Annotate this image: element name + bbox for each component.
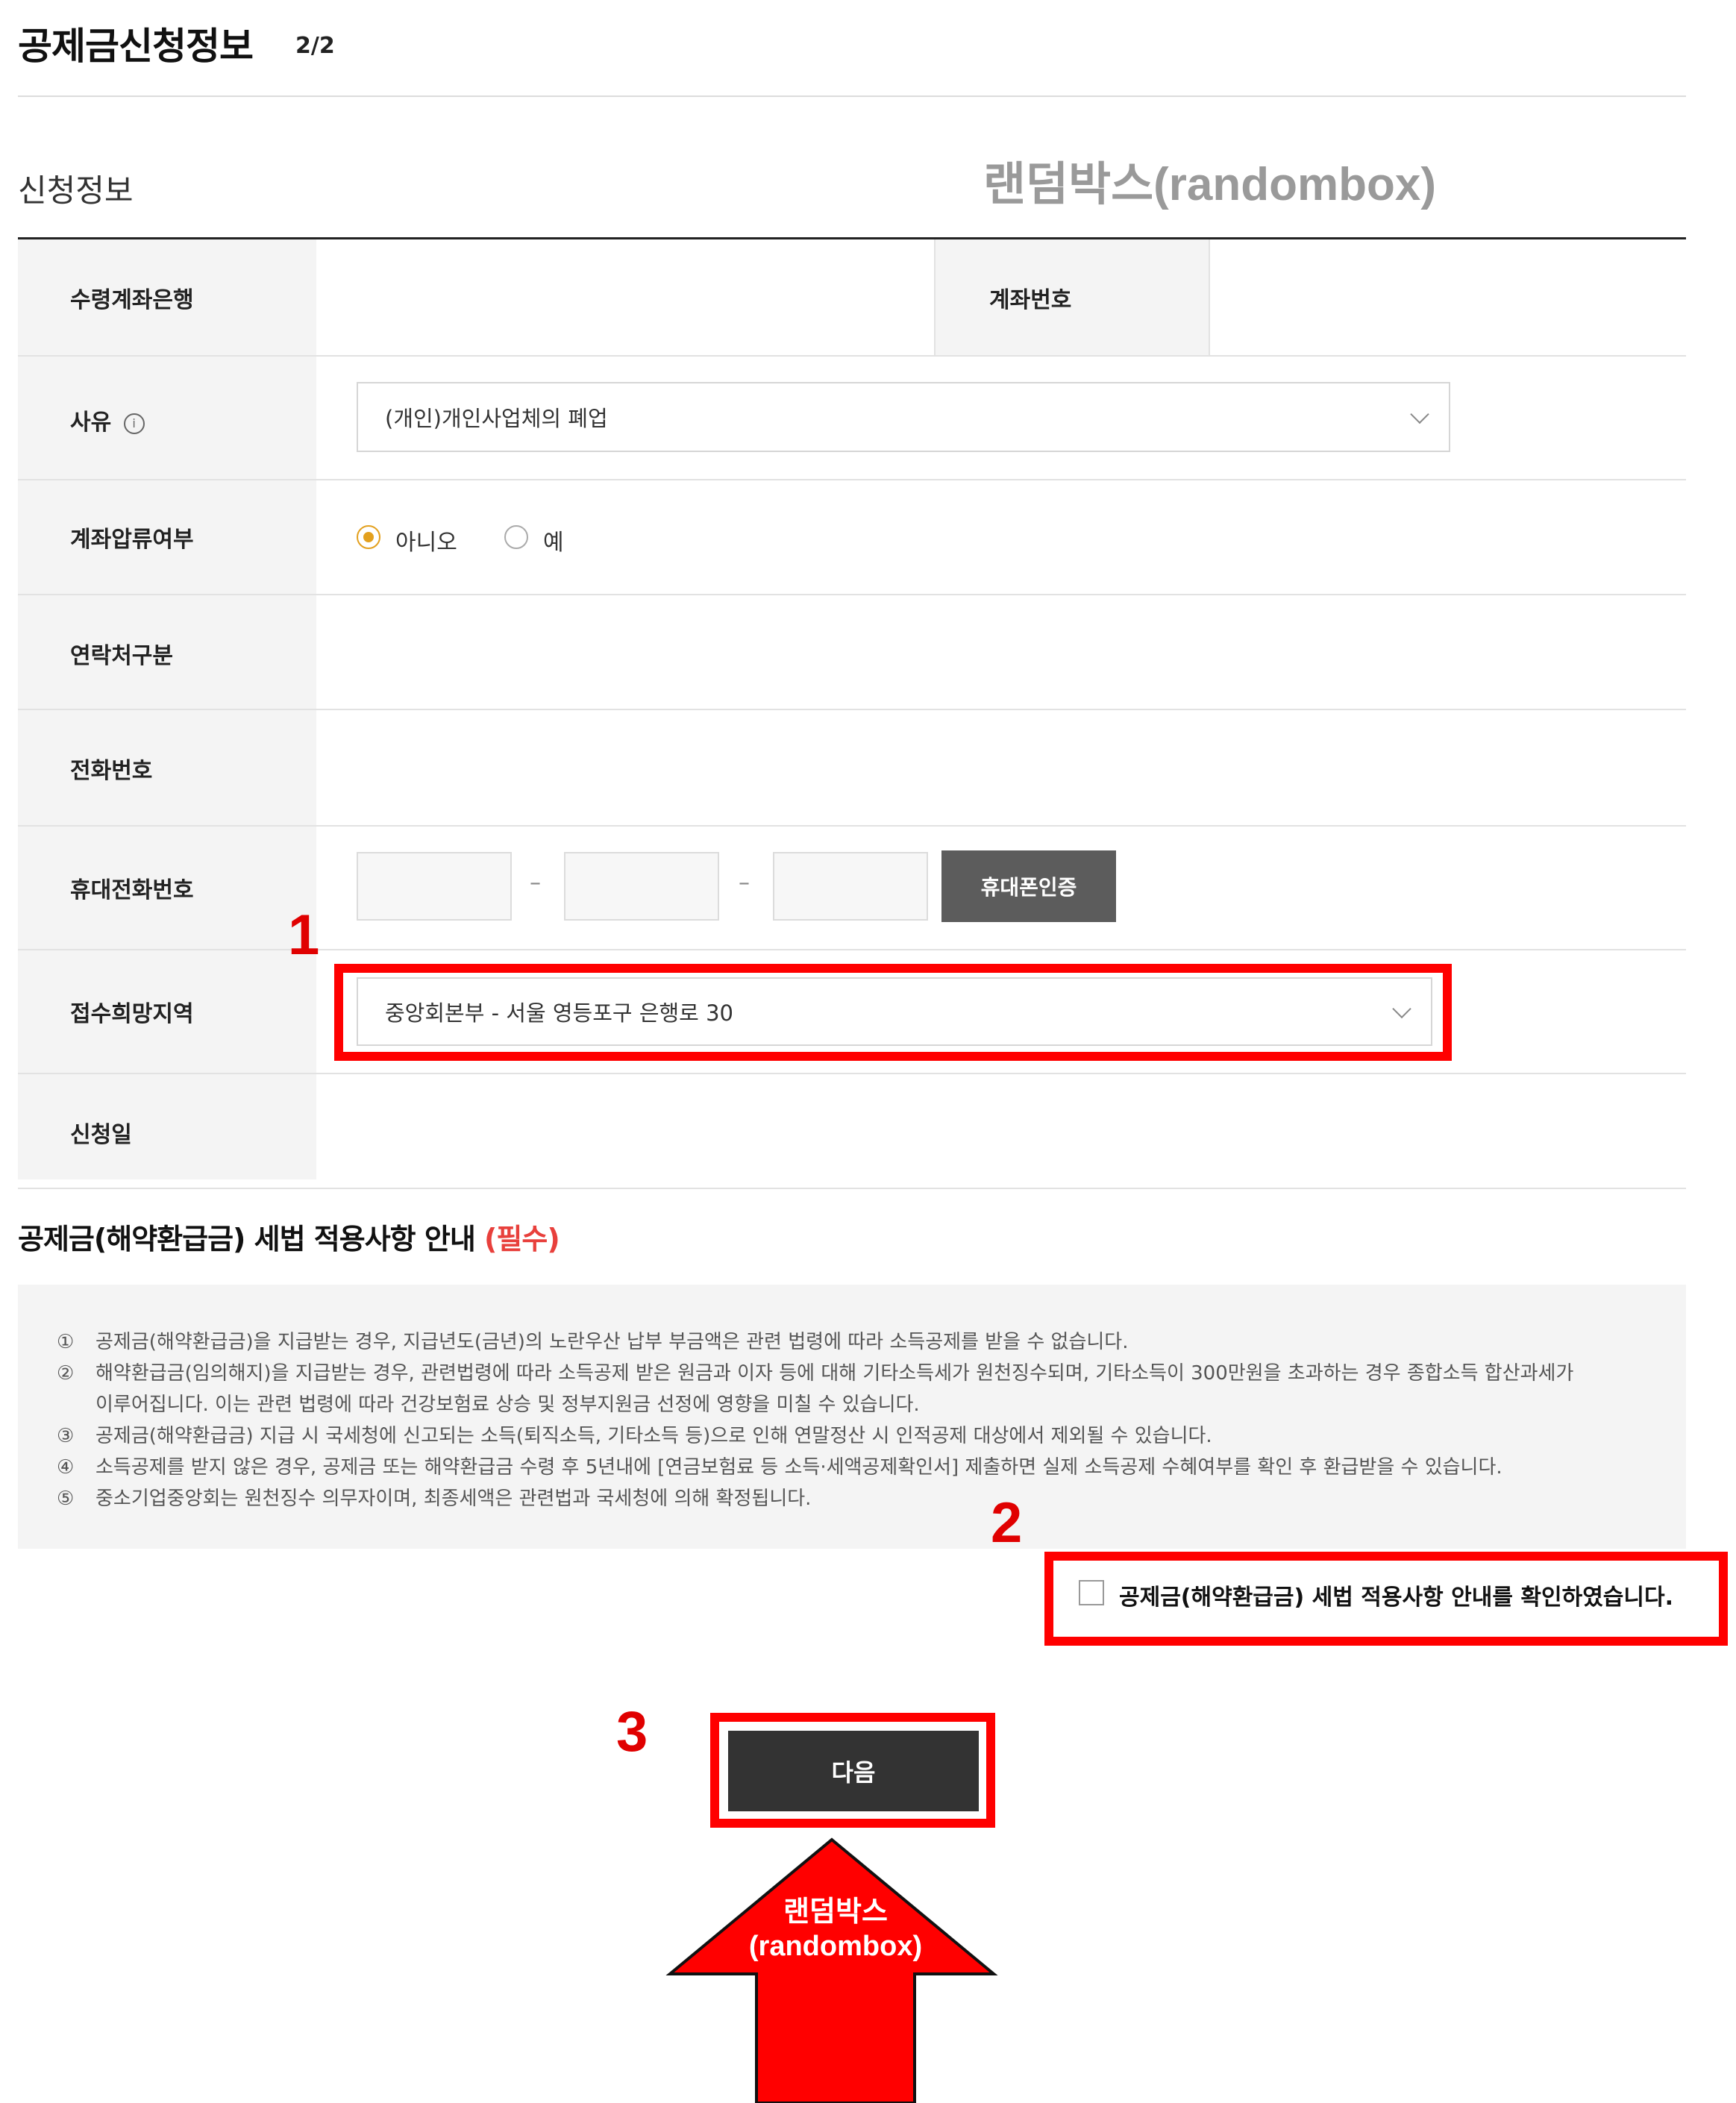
- radio-dot: [363, 532, 374, 542]
- notice-text: 소득공제를 받지 않은 경우, 공제금 또는 해약환급금 수령 후 5년내에 […: [95, 1456, 1502, 1479]
- info-icon[interactable]: i: [123, 413, 145, 434]
- row-divider: [18, 1073, 1686, 1074]
- row-divider: [18, 1188, 1686, 1189]
- section-title: 신청정보: [18, 172, 134, 209]
- radio-yes-label: 예: [543, 530, 564, 556]
- mobile-dash: –: [739, 870, 750, 896]
- date-label: 신청일: [70, 1122, 132, 1148]
- row-divider: [18, 949, 1686, 950]
- row-divider: [18, 594, 1686, 595]
- reason-select-value: (개인)개인사업체의 폐업: [385, 406, 608, 431]
- notice-title-text: 공제금(해약환급금) 세법 적용사항 안내: [18, 1223, 476, 1256]
- phone-label: 전화번호: [70, 758, 153, 784]
- arrow-label: 랜덤박스 (randombox): [686, 1895, 985, 1963]
- radio-seizure-yes[interactable]: [504, 525, 528, 549]
- arrow-label-line1: 랜덤박스: [783, 1896, 888, 1928]
- header-divider: [18, 95, 1686, 97]
- notice-item: ① 공제금(해약환급금)을 지급받는 경우, 지급년도(금년)의 노란우산 납부 …: [57, 1326, 1128, 1354]
- notice-text: 이루어집니다. 이는 관련 법령에 따라 건강보험료 상승 및 정부지원금 선정…: [95, 1394, 920, 1416]
- mobile-dash: –: [530, 870, 541, 896]
- account-label: 계좌번호: [989, 287, 1072, 313]
- notice-item: ② 해약환급금(임의해지)을 지급받는 경우, 관련법령에 따라 소득공제 받은 …: [57, 1358, 1573, 1385]
- mobile-field-1[interactable]: [357, 852, 512, 921]
- reason-label: 사유 i: [70, 404, 145, 436]
- highlight-box-region: [334, 964, 1452, 1061]
- notice-mark: ⑤: [57, 1488, 75, 1510]
- annotation-number-2: 2: [991, 1491, 1023, 1555]
- row-divider: [18, 709, 1686, 710]
- notice-item: ③ 공제금(해약환급금) 지급 시 국세청에 신고되는 소득(퇴직소득, 기타소득…: [57, 1420, 1212, 1448]
- page-title: 공제금신청정보: [18, 25, 254, 68]
- notice-text: 중소기업중앙회는 원천징수 의무자이며, 최종세액은 관련법과 국세청에 의해 …: [95, 1488, 812, 1510]
- notice-text: 공제금(해약환급금) 지급 시 국세청에 신고되는 소득(퇴직소득, 기타소득 …: [95, 1425, 1212, 1447]
- reason-select[interactable]: (개인)개인사업체의 폐업: [357, 382, 1450, 452]
- arrow-up-icon: [665, 1837, 998, 2103]
- row-divider: [18, 355, 1686, 357]
- row-divider: [18, 479, 1686, 480]
- page-step: 2/2: [295, 33, 335, 59]
- radio-selected-icon[interactable]: [357, 525, 380, 549]
- notice-title: 공제금(해약환급금) 세법 적용사항 안내 (필수): [18, 1216, 560, 1257]
- arrow-label-line2: (randombox): [748, 1931, 923, 1962]
- notice-item: ⑤ 중소기업중앙회는 원천징수 의무자이며, 최종세액은 관련법과 국세청에 의해…: [57, 1483, 811, 1511]
- notice-mark: ③: [57, 1425, 75, 1447]
- region-label: 접수희망지역: [70, 1001, 194, 1027]
- required-badge: (필수): [484, 1223, 560, 1256]
- highlight-box-next: [710, 1713, 995, 1828]
- notice-item: 이루어집니다. 이는 관련 법령에 따라 건강보험료 상승 및 정부지원금 선정…: [57, 1389, 920, 1417]
- notice-mark: ④: [57, 1456, 75, 1479]
- annotation-number-1: 1: [288, 903, 320, 967]
- mobile-field-2[interactable]: [564, 852, 719, 921]
- mobile-field-3[interactable]: [773, 852, 928, 921]
- watermark: 랜덤박스(randombox): [983, 159, 1437, 210]
- mobile-auth-button[interactable]: 휴대폰인증: [941, 850, 1116, 922]
- radio-no-label: 아니오: [395, 530, 457, 556]
- bank-label: 수령계좌은행: [70, 287, 194, 313]
- radio-seizure-no[interactable]: [357, 525, 380, 549]
- highlight-box-confirm: [1044, 1552, 1728, 1646]
- notice-mark: ①: [57, 1331, 75, 1353]
- row-divider: [18, 825, 1686, 827]
- account-label-cell: [934, 239, 1210, 355]
- notice-text: 공제금(해약환급금)을 지급받는 경우, 지급년도(금년)의 노란우산 납부 부…: [95, 1331, 1129, 1353]
- mobile-label: 휴대전화번호: [70, 877, 194, 903]
- notice-item: ④ 소득공제를 받지 않은 경우, 공제금 또는 해약환급금 수령 후 5년내에 …: [57, 1452, 1502, 1479]
- annotation-number-3: 3: [616, 1700, 648, 1764]
- contact-type-label: 연락처구분: [70, 643, 173, 669]
- seizure-label: 계좌압류여부: [70, 527, 194, 553]
- notice-text: 해약환급금(임의해지)을 지급받는 경우, 관련법령에 따라 소득공제 받은 원…: [95, 1362, 1574, 1385]
- notice-mark: ②: [57, 1362, 75, 1385]
- chevron-down-icon: [1410, 404, 1429, 424]
